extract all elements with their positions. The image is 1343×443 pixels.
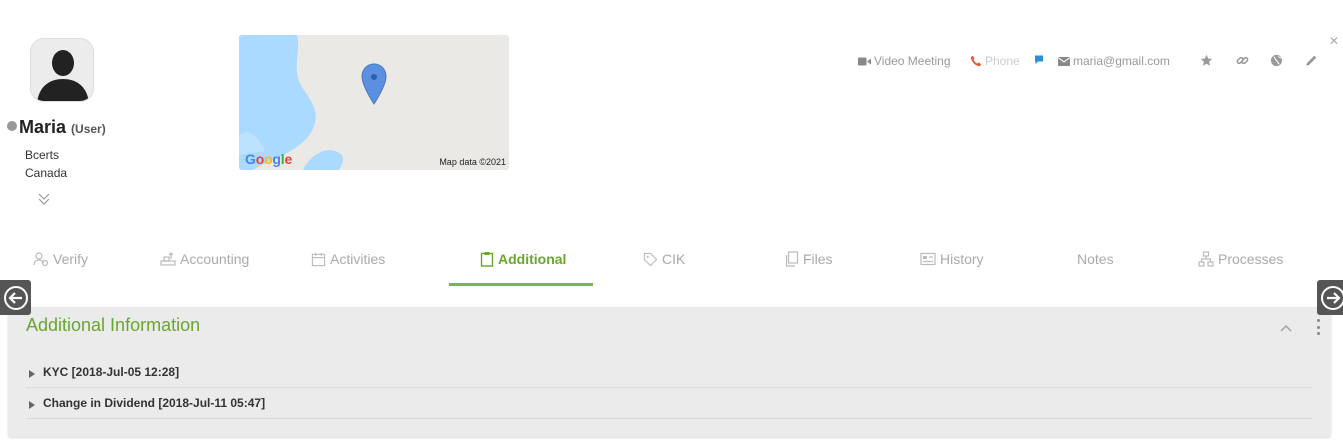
edit-button[interactable] <box>1305 54 1318 67</box>
chevron-up-icon[interactable] <box>1279 321 1293 333</box>
tab-label: Verify <box>53 251 89 267</box>
star-icon <box>1200 54 1213 67</box>
contact-country: Canada <box>25 166 68 180</box>
previous-arrow-button[interactable] <box>0 280 31 315</box>
history-icon <box>920 251 936 267</box>
additional-information-panel: Additional Information KYC [2018-Jul-05 … <box>8 307 1331 437</box>
more-options-icon[interactable] <box>1315 319 1321 335</box>
favorite-button[interactable] <box>1200 54 1213 67</box>
list-item[interactable]: KYC [2018-Jul-05 12:28] <box>26 357 1312 388</box>
tab-files[interactable]: Files <box>785 248 833 286</box>
tab-accounting[interactable]: Accounting <box>160 248 249 286</box>
chat-button[interactable] <box>1034 54 1046 66</box>
globe-icon <box>1270 54 1283 67</box>
tab-verify[interactable]: Verify <box>33 248 88 286</box>
phone-icon <box>970 55 982 67</box>
tab-label: Additional <box>498 251 567 267</box>
tab-label: Accounting <box>180 251 250 267</box>
tab-notes[interactable]: Notes <box>1077 248 1114 286</box>
user-silhouette-icon <box>31 39 93 101</box>
tag-icon <box>643 251 658 267</box>
tab-label: Processes <box>1218 251 1284 267</box>
panel-rows: KYC [2018-Jul-05 12:28] Change in Divide… <box>26 357 1312 419</box>
processes-icon <box>1198 251 1214 267</box>
tab-activities[interactable]: Activities <box>311 248 385 286</box>
next-arrow-button[interactable] <box>1317 280 1343 315</box>
files-icon <box>785 251 799 267</box>
list-item-label: Change in Dividend [2018-Jul-11 05:47] <box>43 396 266 410</box>
pencil-icon <box>1305 54 1318 67</box>
list-item-label: KYC [2018-Jul-05 12:28] <box>43 365 180 379</box>
video-meeting-button[interactable]: Video Meeting <box>858 54 951 68</box>
link-button[interactable] <box>1236 54 1249 67</box>
calendar-icon <box>311 251 326 267</box>
caret-right-icon <box>29 370 35 378</box>
contact-actions: Video Meeting Phone maria@gmail.com <box>0 54 1343 70</box>
arrow-left-circle-icon <box>3 285 28 310</box>
contact-company: Bcerts <box>25 148 60 162</box>
clipboard-icon <box>480 251 494 267</box>
video-camera-icon <box>858 57 871 66</box>
map-attribution: Map data ©2021 <box>439 157 506 167</box>
link-icon <box>1236 54 1249 67</box>
verify-icon <box>33 251 49 267</box>
caret-right-icon <box>29 401 35 409</box>
tab-label: History <box>940 251 984 267</box>
contact-name-text: Maria <box>19 117 67 137</box>
avatar <box>30 38 94 102</box>
expand-details-icon[interactable] <box>36 191 52 207</box>
website-button[interactable] <box>1270 54 1283 67</box>
active-tab-indicator <box>449 283 593 286</box>
list-item[interactable]: Change in Dividend [2018-Jul-11 05:47] <box>26 388 1312 419</box>
phone-button[interactable]: Phone <box>970 54 1020 68</box>
tab-bar: Verify Accounting Activities Additional … <box>0 248 1343 286</box>
status-indicator <box>7 121 17 131</box>
map-logo-text: Google <box>245 151 293 167</box>
envelope-icon <box>1058 56 1070 66</box>
email-label: maria@gmail.com <box>1073 54 1170 68</box>
contact-role: (User) <box>71 122 106 136</box>
map-provider-logo: Google <box>245 151 292 167</box>
tab-additional[interactable]: Additional <box>480 248 566 286</box>
tab-label: Files <box>803 251 833 267</box>
video-meeting-label: Video Meeting <box>874 54 951 68</box>
contact-name: Maria (User) <box>19 117 106 138</box>
email-button[interactable]: maria@gmail.com <box>1058 54 1170 68</box>
close-icon[interactable]: ✕ <box>1329 34 1339 48</box>
arrow-right-circle-icon <box>1320 285 1343 310</box>
chat-icon <box>1034 54 1046 66</box>
panel-title: Additional Information <box>26 315 201 335</box>
tab-cik[interactable]: CIK <box>643 248 685 286</box>
tab-processes[interactable]: Processes <box>1198 248 1283 286</box>
tab-label: Notes <box>1077 251 1114 267</box>
phone-label: Phone <box>985 54 1020 68</box>
tab-label: CIK <box>662 251 686 267</box>
tab-label: Activities <box>330 251 386 267</box>
contact-page: ✕ Maria (User) Bcerts Canada Google Map … <box>0 0 1343 443</box>
tab-history[interactable]: History <box>920 248 984 286</box>
accounting-icon <box>160 251 176 267</box>
